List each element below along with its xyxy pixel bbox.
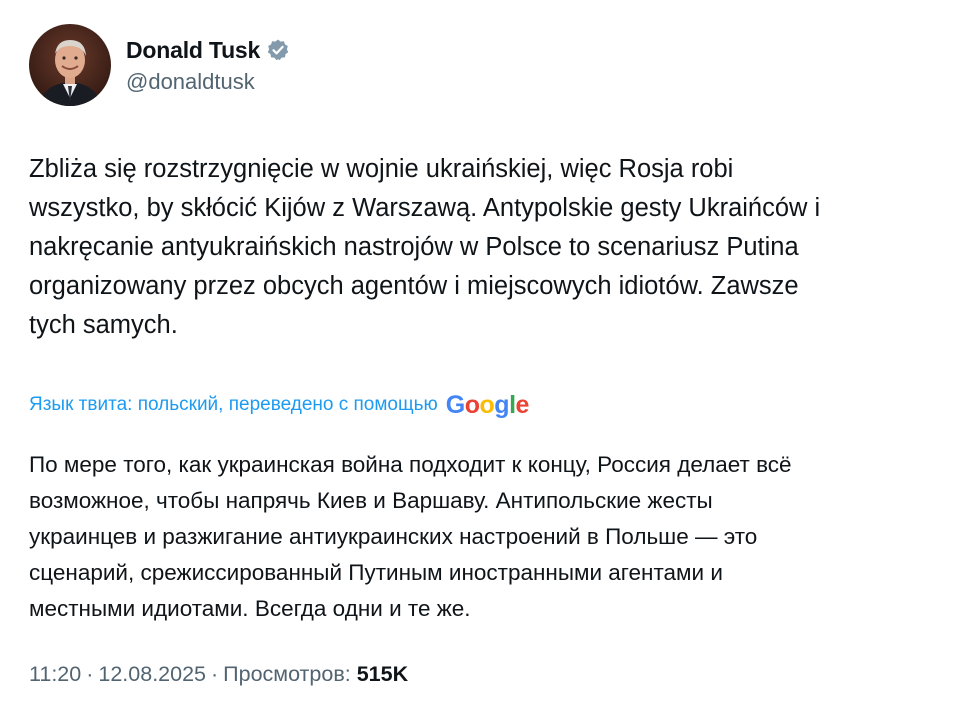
- google-logo-letter: o: [464, 390, 480, 419]
- google-logo-letter: o: [479, 390, 495, 419]
- google-logo-letter: G: [445, 390, 465, 419]
- tweet-header: Donald Tusk @donaldtusk: [29, 24, 290, 106]
- tweet-date[interactable]: 12.08.2025: [98, 662, 206, 687]
- author-info: Donald Tusk @donaldtusk: [126, 35, 290, 95]
- google-logo-letter: e: [515, 390, 530, 419]
- meta-separator: ·: [211, 662, 219, 686]
- tweet-card: Donald Tusk @donaldtusk Zbliża się rozst…: [0, 0, 960, 714]
- name-row: Donald Tusk: [126, 35, 290, 65]
- views-count[interactable]: 515K: [357, 662, 408, 687]
- tweet-time[interactable]: 11:20: [29, 662, 81, 687]
- tweet-text: Zbliża się rozstrzygnięcie w wojnie ukra…: [29, 155, 821, 339]
- avatar-photo-icon: [29, 24, 111, 106]
- views-label: Просмотров:: [223, 662, 351, 686]
- user-handle[interactable]: @donaldtusk: [126, 69, 290, 95]
- tweet-meta: 11:20 · 12.08.2025 · Просмотров: 515K: [29, 662, 408, 687]
- google-logo-letter: g: [494, 390, 510, 419]
- display-name[interactable]: Donald Tusk: [126, 37, 260, 64]
- translation-attribution: Язык твита: польский, переведено с помощ…: [29, 390, 529, 420]
- translated-text: По мере того, как украинская война подхо…: [29, 452, 792, 621]
- google-logo: Google: [445, 390, 530, 420]
- verified-badge-icon[interactable]: [266, 38, 290, 62]
- meta-separator: ·: [86, 662, 94, 686]
- translation-label[interactable]: Язык твита: польский, переведено с помощ…: [29, 394, 438, 416]
- avatar[interactable]: [29, 24, 111, 106]
